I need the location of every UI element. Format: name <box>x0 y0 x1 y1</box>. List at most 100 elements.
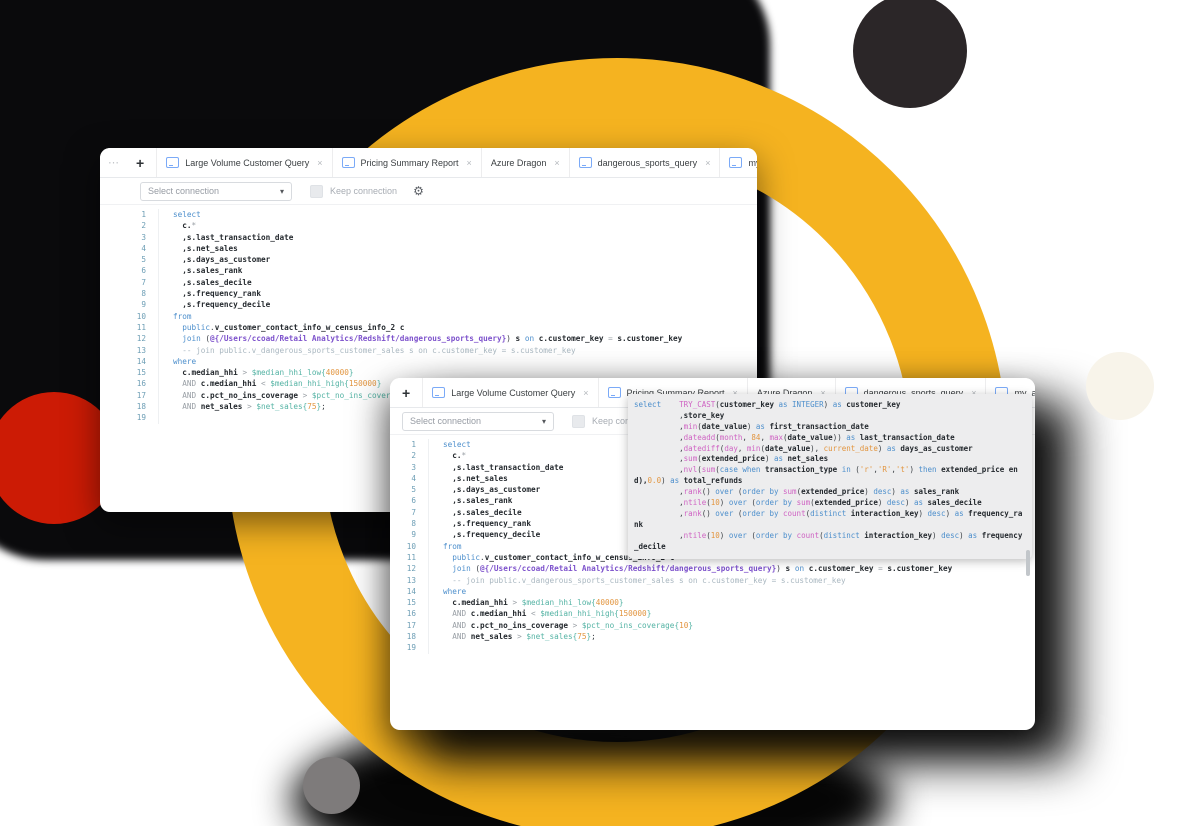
line-number: 3 <box>390 461 429 473</box>
gear-icon[interactable]: ⚙ <box>413 184 424 198</box>
code-line: ,rank() over (order by sum(extended_pric… <box>634 487 960 497</box>
line-number: 15 <box>390 597 429 609</box>
line-number: 14 <box>390 585 429 598</box>
line-number: 9 <box>390 529 429 541</box>
code-line: ,dateadd(month, 84, max(date_value)) as … <box>634 432 955 442</box>
chevron-down-icon: ▾ <box>541 416 546 426</box>
code-line: ,min(date_value) as first_transaction_da… <box>634 421 869 431</box>
tab-azure-dragon[interactable]: Azure Dragon × <box>480 148 569 177</box>
query-file-icon <box>166 157 180 168</box>
line-number: 6 <box>390 495 429 507</box>
cream-circle-shape <box>1086 352 1154 420</box>
dark-circle-shape <box>853 0 967 108</box>
new-tab-button[interactable]: + <box>124 155 156 171</box>
line-number: 4 <box>100 242 159 255</box>
code-line: 10 from <box>100 310 757 322</box>
keep-connection-label: Keep connection <box>330 186 398 196</box>
code-line: 19 <box>390 642 1035 654</box>
line-number: 11 <box>390 551 429 564</box>
code-line: 15 c.median_hhi > $median_hhi_low{40000} <box>100 367 757 379</box>
tab-large-volume-customer-query[interactable]: Large Volume Customer Query × <box>422 378 597 407</box>
referenced-query-preview-popup: select TRY_CAST(customer_key as INTEGER)… <box>628 394 1032 559</box>
code-line: 3 ,s.last_transaction_date <box>100 231 757 243</box>
code-line: 17 AND c.pct_no_ins_coverage > $pct_no_i… <box>390 619 1035 632</box>
line-number: 2 <box>390 450 429 462</box>
chevron-down-icon: ▾ <box>279 186 284 196</box>
line-number: 15 <box>100 367 159 379</box>
code-line: select TRY_CAST(customer_key as INTEGER)… <box>634 400 901 409</box>
tab-pricing-summary-report[interactable]: Pricing Summary Report × <box>331 148 481 177</box>
code-line: _decile <box>634 541 666 551</box>
line-number: 8 <box>100 288 159 300</box>
code-line: nk <box>634 519 644 529</box>
line-number: 16 <box>100 378 159 390</box>
gray-circle-shape <box>303 757 360 814</box>
line-number: 14 <box>100 355 159 368</box>
close-tab-icon[interactable]: × <box>705 158 710 168</box>
close-tab-icon[interactable]: × <box>583 388 588 398</box>
code-line: 16 AND c.median_hhi < $median_hhi_high{1… <box>390 608 1035 620</box>
code-line: ,sum(extended_price) as net_sales <box>634 454 829 464</box>
line-number: 1 <box>100 209 159 221</box>
code-line: 13 -- join public.v_dangerous_sports_cus… <box>390 574 1035 586</box>
tab-label: Pricing Summary Report <box>360 157 459 168</box>
code-line: 18 AND net_sales > $net_sales{75}; <box>390 631 1035 643</box>
code-line: 9 ,s.frequency_decile <box>100 299 757 311</box>
connection-placeholder: Select connection <box>148 186 220 196</box>
line-number: 5 <box>390 484 429 496</box>
code-line: d),0.0) as total_refunds <box>634 476 743 486</box>
code-line: 8 ,s.frequency_rank <box>100 288 757 300</box>
code-line: ,ntile(10) over (order by sum(extended_p… <box>634 498 982 508</box>
line-number: 6 <box>100 265 159 277</box>
code-line: 12 join (@{/Users/ccoad/Retail Analytics… <box>100 333 757 345</box>
tab-large-volume-customer-query[interactable]: Large Volume Customer Query × <box>156 148 331 177</box>
code-line: ,rank() over (order by count(distinct in… <box>634 508 1023 518</box>
code-line: 2 c.* <box>100 220 757 232</box>
query-file-icon <box>432 387 446 398</box>
tab-label: dangerous_sports_query <box>597 157 698 168</box>
connection-dropdown[interactable]: Select connection ▾ <box>402 411 554 431</box>
tab-overflow-icon[interactable]: ⋯ <box>108 156 120 169</box>
code-line: ,datediff(day, min(date_value), current_… <box>634 443 973 453</box>
close-tab-icon[interactable]: × <box>554 158 559 168</box>
tab-label: my_awesome_mkt_list <box>748 157 757 168</box>
code-line: 1 select <box>100 209 757 221</box>
code-line: 11 public.v_customer_contact_info_w_cens… <box>100 321 757 334</box>
code-line: 15 c.median_hhi > $median_hhi_low{40000} <box>390 597 1035 609</box>
marketing-canvas: ⋯ + Large Volume Customer Query × Pricing … <box>0 0 1200 826</box>
close-tab-icon[interactable]: × <box>467 158 472 168</box>
keep-connection-checkbox[interactable] <box>572 414 585 428</box>
query-file-icon <box>341 157 355 168</box>
line-number: 9 <box>100 299 159 311</box>
close-tab-icon[interactable]: × <box>317 158 322 168</box>
tab-dangerous-sports-query[interactable]: dangerous_sports_query × <box>568 148 720 177</box>
line-number: 3 <box>100 231 159 243</box>
sql-editor-window-2: + Large Volume Customer Query × Pricing Su… <box>390 378 1035 730</box>
code-line: 5 ,s.days_as_customer <box>100 254 757 266</box>
code-line: 13 -- join public.v_dangerous_sports_cus… <box>100 344 757 356</box>
tab-label: Azure Dragon <box>490 157 547 168</box>
query-file-icon <box>578 157 592 168</box>
keep-connection-checkbox[interactable] <box>310 184 323 198</box>
line-number: 18 <box>390 631 429 643</box>
line-number: 10 <box>390 540 429 552</box>
code-line: 14 where <box>100 355 757 368</box>
line-number: 4 <box>390 472 429 485</box>
line-number: 19 <box>100 412 159 424</box>
line-number: 18 <box>100 401 159 413</box>
tab-label: Large Volume Customer Query <box>451 387 576 398</box>
new-tab-button[interactable]: + <box>390 385 422 401</box>
line-number: 2 <box>100 220 159 232</box>
line-number: 8 <box>390 518 429 530</box>
line-number: 5 <box>100 254 159 266</box>
code-line: ,nvl(sum(case when transaction_type in (… <box>634 465 1018 475</box>
connection-placeholder: Select connection <box>410 416 482 426</box>
query-file-icon <box>607 387 621 398</box>
code-line: 14 where <box>390 585 1035 598</box>
code-line: 6 ,s.sales_rank <box>100 265 757 277</box>
code-line: ,ntile(10) over (order by count(distinct… <box>634 530 1023 540</box>
tab-label: Large Volume Customer Query <box>185 157 310 168</box>
connection-dropdown[interactable]: Select connection ▾ <box>140 181 292 201</box>
editor-scrollbar[interactable] <box>1026 550 1030 576</box>
tab-my-awesome-mkt-list[interactable]: my_awesome_mkt_list× <box>719 148 757 177</box>
